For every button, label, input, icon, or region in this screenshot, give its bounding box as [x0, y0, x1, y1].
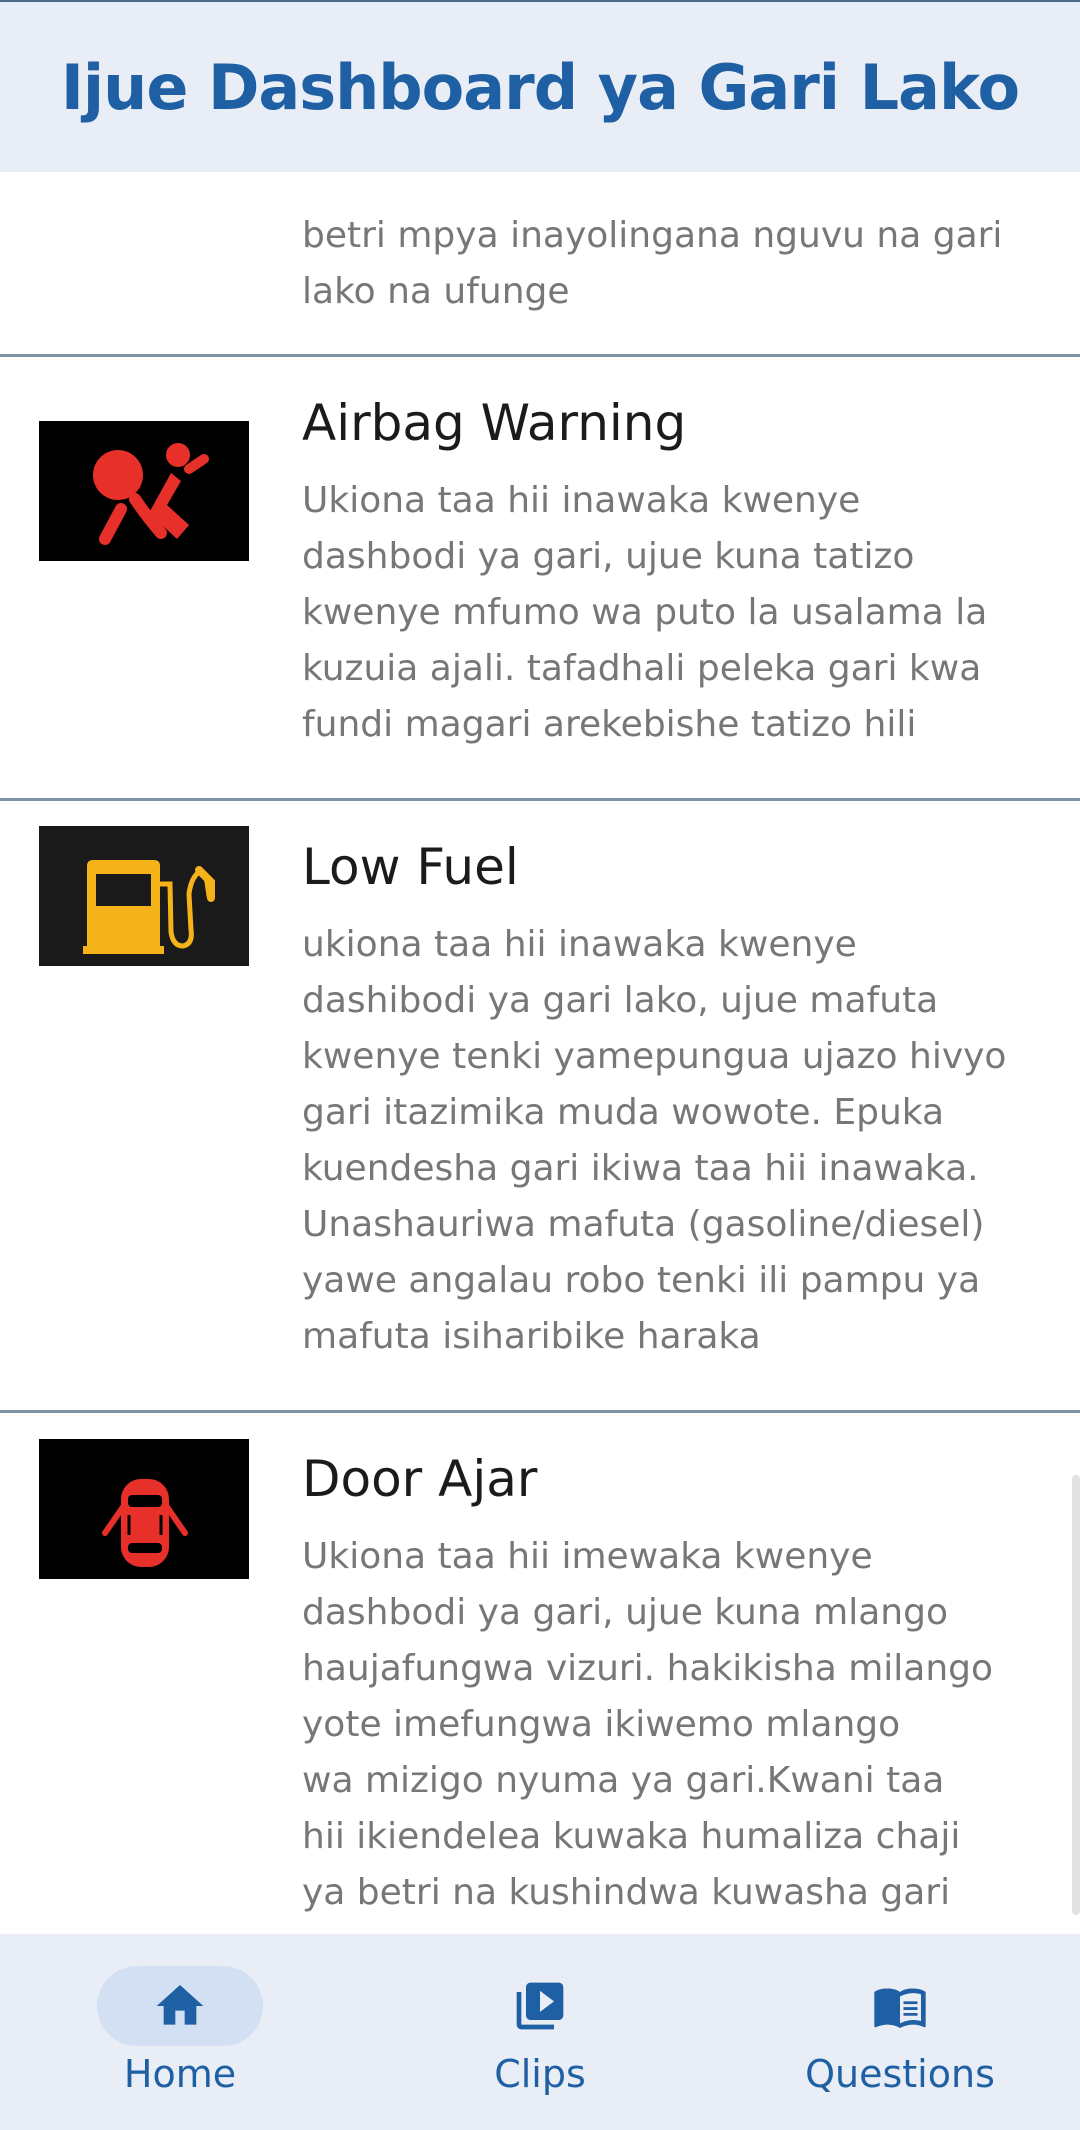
nav-questions-indicator: [817, 1966, 983, 2046]
item-description: ukiona taa hii inawaka kwenye dashibodi …: [302, 924, 1007, 1357]
book-icon: [874, 1988, 926, 2029]
scrollbar[interactable]: [1072, 1475, 1080, 1915]
nav-label: Home: [123, 2052, 237, 2096]
item-title: Door Ajar: [302, 1450, 538, 1508]
bottom-navigation: Home Clips Questions: [0, 1934, 1080, 2130]
item-title: Low Fuel: [302, 838, 519, 896]
item-title: Airbag Warning: [302, 394, 687, 452]
nav-home[interactable]: Home: [0, 1934, 360, 2130]
list-item[interactable]: Low Fuel ukiona taa hii inawaka kwenye d…: [0, 801, 1080, 1413]
list-item[interactable]: Airbag Warning Ukiona taa hii inawaka kw…: [0, 357, 1080, 801]
nav-label: Clips: [494, 2052, 586, 2096]
nav-home-indicator: [97, 1966, 263, 2046]
warning-list[interactable]: betri mpya inayolingana nguvu na gari la…: [0, 172, 1080, 1934]
nav-label: Questions: [805, 2052, 995, 2096]
door-ajar-icon: [39, 1439, 249, 1579]
video-library-icon: [516, 1982, 564, 2030]
nav-clips-indicator: [457, 1966, 623, 2046]
nav-clips[interactable]: Clips: [360, 1934, 720, 2130]
app-header: Ijue Dashboard ya Gari Lako: [0, 0, 1080, 172]
airbag-warning-icon: [39, 421, 249, 561]
home-icon: [156, 1985, 204, 2025]
list-item[interactable]: Door Ajar Ukiona taa hii imewaka kwenye …: [0, 1413, 1080, 1934]
nav-questions[interactable]: Questions: [720, 1934, 1080, 2130]
page-title: Ijue Dashboard ya Gari Lako: [60, 50, 1020, 124]
item-description: Ukiona taa hii imewaka kwenye dashbodi y…: [302, 1536, 994, 1913]
fuel-pump-icon: [39, 826, 249, 966]
item-description: Ukiona taa hii inawaka kwenye dashbodi y…: [302, 480, 988, 745]
list-item[interactable]: betri mpya inayolingana nguvu na gari la…: [0, 172, 1080, 357]
item-description: betri mpya inayolingana nguvu na gari la…: [302, 215, 1003, 312]
